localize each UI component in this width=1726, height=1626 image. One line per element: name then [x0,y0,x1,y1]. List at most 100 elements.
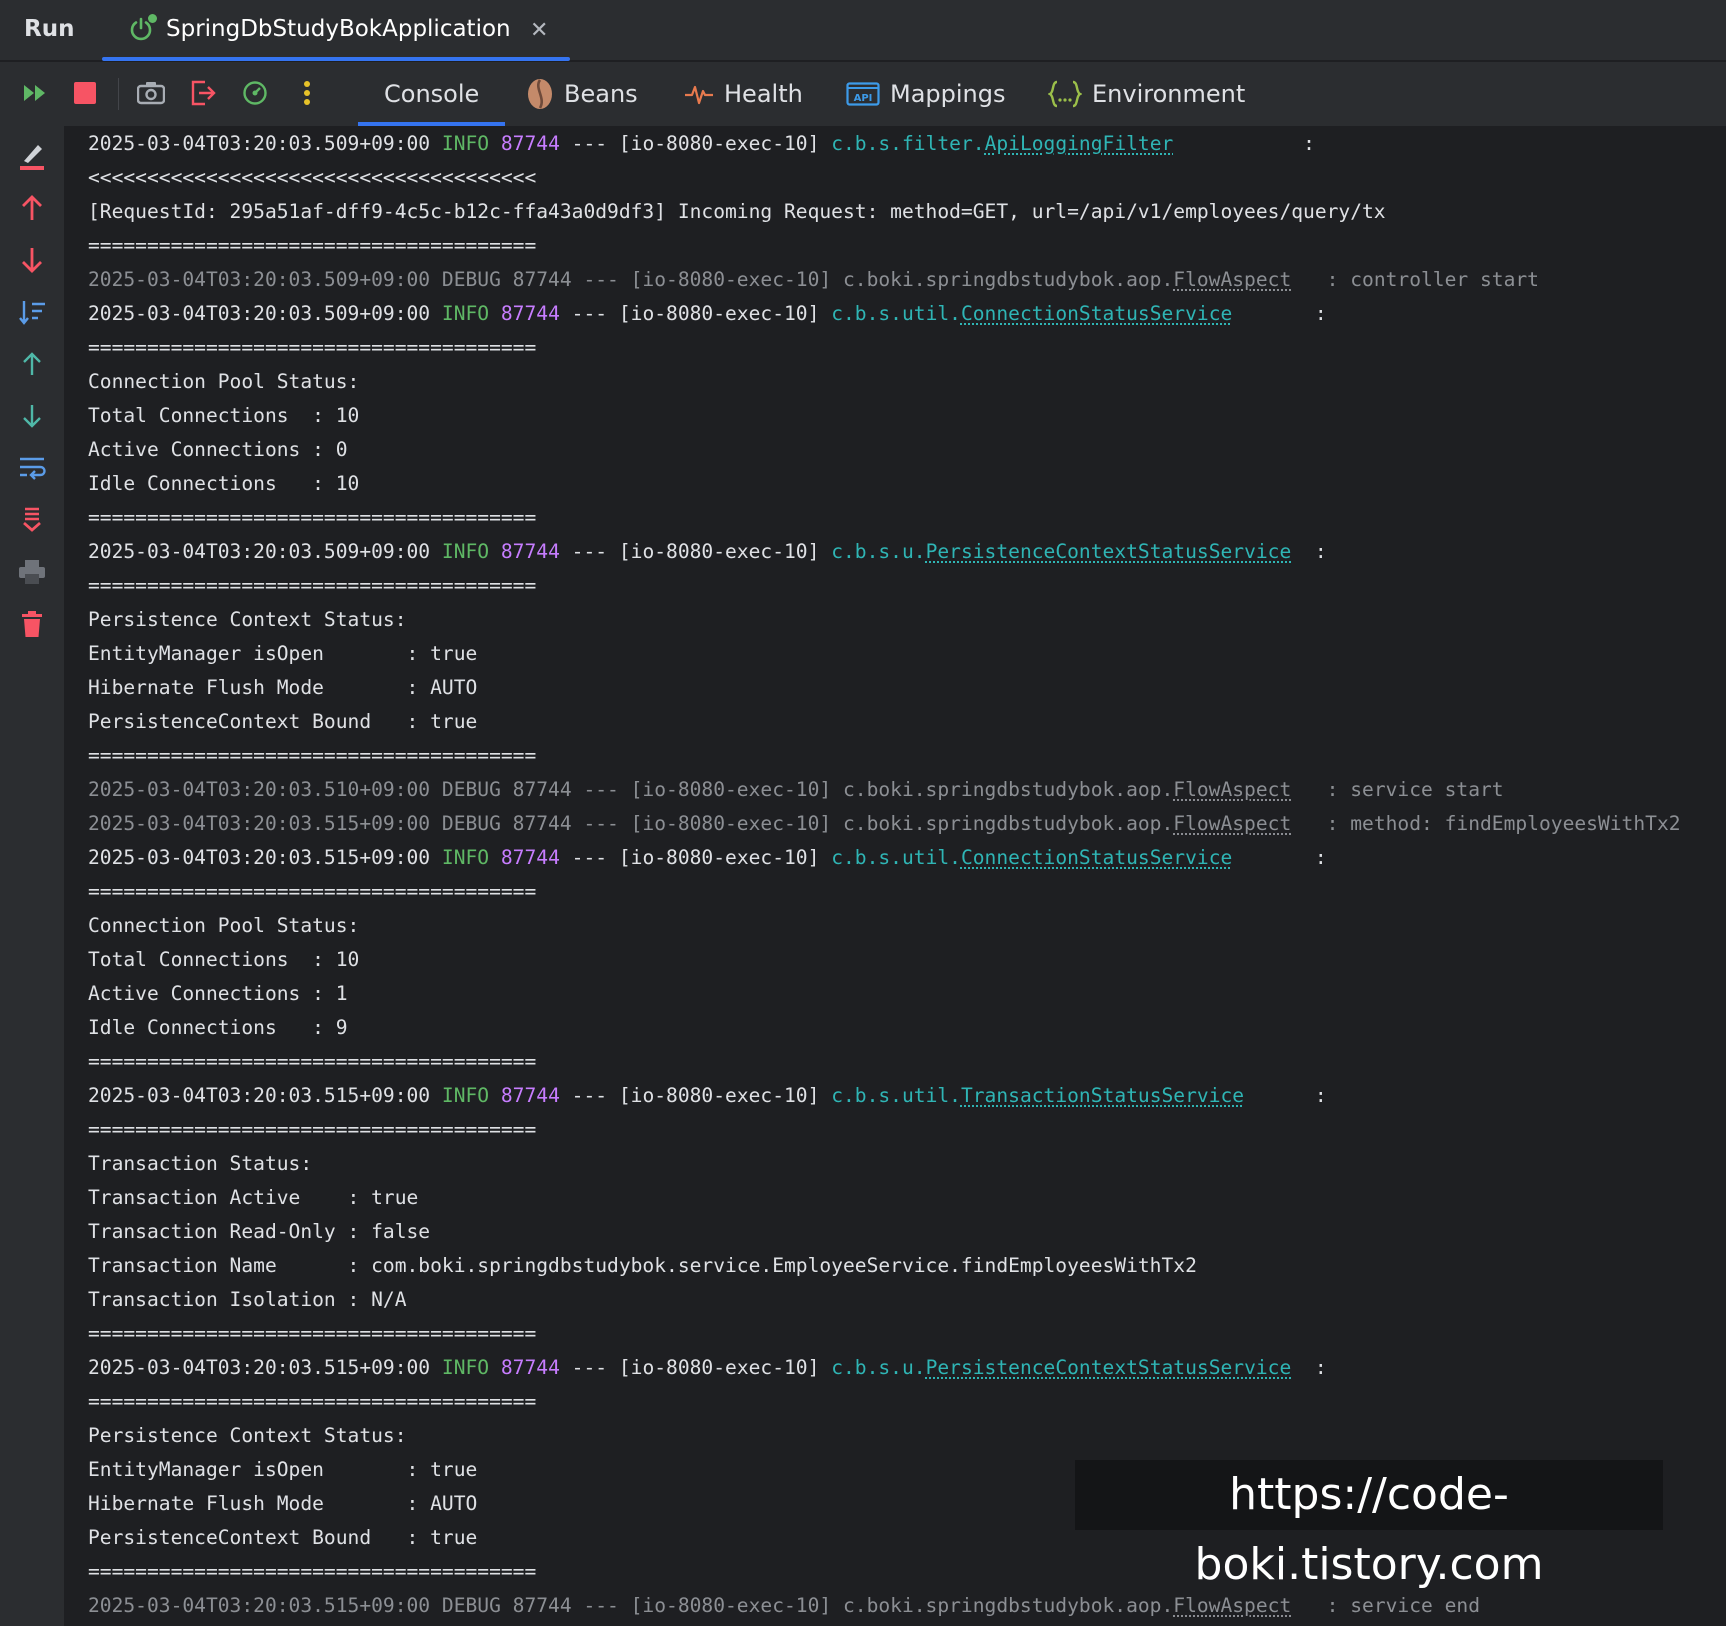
profiler-gauge-icon[interactable] [240,78,270,108]
console-line: Hibernate Flush Mode : AUTO [88,671,1718,705]
more-options-icon[interactable] [292,78,322,108]
tab-label: Health [724,80,803,108]
scroll-to-end-icon[interactable] [16,504,48,536]
console-line: 2025-03-04T03:20:03.509+09:00 INFO 87744… [88,127,1718,161]
api-icon-text: API [854,93,873,104]
arrow-down-icon[interactable] [16,244,48,276]
console-text: [RequestId: 295a51af-dff9-4c5c-b12c-ffa4… [88,200,1386,223]
logger-package: c.b.s.util. [831,302,961,325]
console-line: Total Connections : 10 [88,399,1718,433]
log-thread: --- [io-8080-exec-10] [559,132,832,155]
logger-link[interactable]: c.b.s.u.PersistenceContextStatusService [831,540,1291,563]
api-icon: API [846,82,880,106]
console-text: Active Connections : 0 [88,438,348,461]
logger-link[interactable]: c.b.s.util.TransactionStatusService [831,1084,1244,1107]
console-line: 2025-03-04T03:20:03.515+09:00 INFO 87744… [88,1351,1718,1385]
run-config-tab[interactable]: SpringDbStudyBokApplication ✕ [102,0,570,61]
sort-icon[interactable] [16,296,48,328]
run-toolwindow-header: Run SpringDbStudyBokApplication ✕ [0,0,1726,61]
tab-environment[interactable]: Environment [1048,62,1245,126]
blog-watermark: https://code-boki.tistory.com [1075,1460,1663,1590]
console-text: Total Connections : 10 [88,404,360,427]
console-text: PersistenceContext Bound : true [88,710,478,733]
console-text: ====================================== [88,336,537,359]
logger-link[interactable]: c.b.s.util.ConnectionStatusService [831,302,1232,325]
camera-icon[interactable] [136,78,166,108]
logger-package: c.b.s.u. [831,540,926,563]
scroll-down-icon[interactable] [16,400,48,432]
arrow-up-icon[interactable] [16,192,48,224]
log-pid: 87744 [500,1356,560,1379]
log-pid: 87744 [500,132,560,155]
console-text: ====================================== [88,880,537,903]
logger-link[interactable]: c.b.s.filter.ApiLoggingFilter [831,132,1173,155]
console-text: ====================================== [88,234,537,257]
console-line: Transaction Isolation : N/A [88,1283,1718,1317]
console-line: Connection Pool Status: [88,365,1718,399]
logger-package: c.b.s.util. [831,846,961,869]
log-padding [1232,302,1315,325]
log-level: INFO [430,540,490,563]
console-line: ====================================== [88,569,1718,603]
log-level: INFO [430,1356,490,1379]
active-tab-underline [102,57,570,61]
soft-wrap-icon[interactable] [16,452,48,484]
console-line: <<<<<<<<<<<<<<<<<<<<<<<<<<<<<<<<<<<<<< [88,161,1718,195]
log-padding [1232,846,1315,869]
run-toolbar: Console Beans Health API Mappings Enviro… [0,62,1726,126]
logger-class[interactable]: FlowAspect [1173,778,1291,801]
run-label: Run [24,16,75,42]
console-line: ====================================== [88,739,1718,773]
logger-link[interactable]: c.b.s.util.ConnectionStatusService [831,846,1232,869]
console-output[interactable]: 2025-03-04T03:20:03.509+09:00 INFO 87744… [88,127,1718,1626]
debug-message: : controller start [1291,268,1539,291]
stop-icon[interactable] [70,78,100,108]
clear-highlight-icon[interactable] [16,140,48,172]
console-line: 2025-03-04T03:20:03.509+09:00 DEBUG 8774… [88,263,1718,297]
print-icon[interactable] [16,556,48,588]
console-line: Active Connections : 0 [88,433,1718,467]
logger-class[interactable]: FlowAspect [1173,812,1291,835]
log-level: INFO [430,132,490,155]
log-thread: --- [io-8080-exec-10] [559,1084,832,1107]
tab-console[interactable]: Console [358,62,506,126]
console-text: Transaction Status: [88,1152,313,1175]
console-text: EntityManager isOpen : true [88,1458,478,1481]
rerun-icon[interactable] [20,78,50,108]
console-line: Transaction Active : true [88,1181,1718,1215]
logger-link[interactable]: c.b.s.u.PersistenceContextStatusService [831,1356,1291,1379]
console-line: [RequestId: 295a51af-dff9-4c5c-b12c-ffa4… [88,195,1718,229]
logger-class: ApiLoggingFilter [984,132,1174,155]
log-pid: 87744 [500,540,560,563]
console-text: EntityManager isOpen : true [88,642,478,665]
debug-prefix: 2025-03-04T03:20:03.515+09:00 DEBUG 8774… [88,812,1174,835]
trash-icon[interactable] [16,608,48,640]
console-text: ====================================== [88,744,537,767]
logger-class: ConnectionStatusService [960,846,1233,869]
tab-label: Beans [564,80,638,108]
console-text: PersistenceContext Bound : true [88,1526,478,1549]
console-side-toolbar [0,126,64,1626]
console-text: Hibernate Flush Mode : AUTO [88,676,478,699]
scroll-up-icon[interactable] [16,348,48,380]
debug-message: : service start [1291,778,1504,801]
tab-mappings[interactable]: API Mappings [846,62,1006,126]
log-padding [1291,540,1315,563]
log-thread: --- [io-8080-exec-10] [559,302,832,325]
tab-beans[interactable]: Beans [526,62,638,126]
console-text: Active Connections : 1 [88,982,348,1005]
log-message: : [1314,302,1327,325]
console-text: Total Connections : 10 [88,948,360,971]
run-tab-title: SpringDbStudyBokApplication [166,16,511,42]
exit-icon[interactable] [188,78,218,108]
close-icon[interactable]: ✕ [530,18,548,43]
console-text: ====================================== [88,574,537,597]
console-line: EntityManager isOpen : true [88,637,1718,671]
tab-health[interactable]: Health [684,62,803,126]
console-text: ====================================== [88,1118,537,1141]
console-line: ====================================== [88,331,1718,365]
console-line: Total Connections : 10 [88,943,1718,977]
logger-class[interactable]: FlowAspect [1173,268,1291,291]
tab-label: Console [384,80,480,108]
logger-class: TransactionStatusService [960,1084,1245,1107]
